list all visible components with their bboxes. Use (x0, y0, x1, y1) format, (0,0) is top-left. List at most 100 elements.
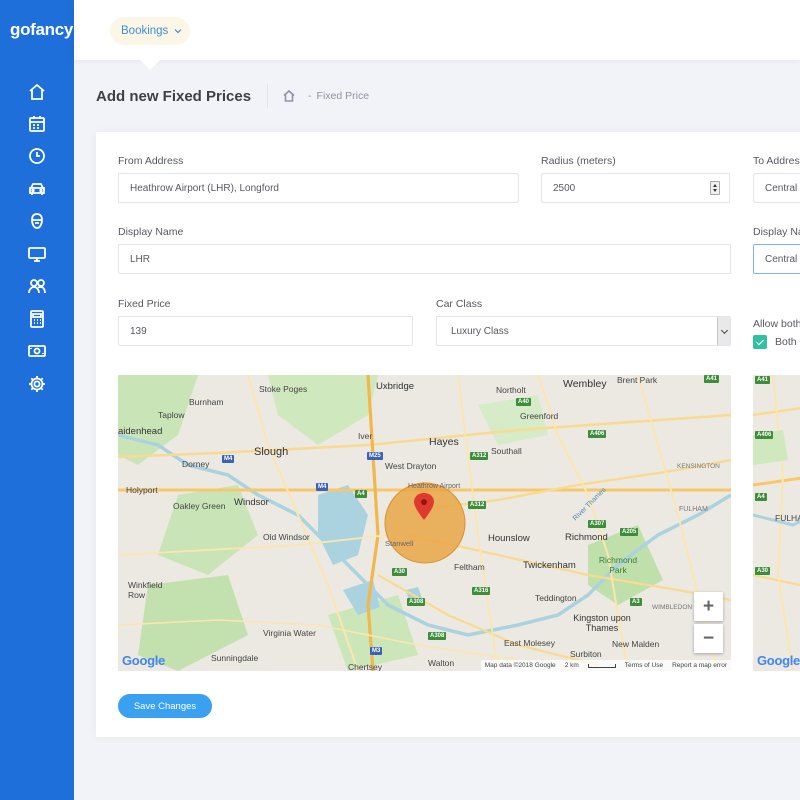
map-label: Richmond (565, 532, 608, 543)
from-location-map[interactable]: Uxbridge Northolt Wembley Brent Park Sto… (118, 375, 731, 671)
map-label: Oakley Green (173, 501, 226, 511)
map-label: Hayes (429, 436, 459, 448)
fixed-price-input[interactable]: 139 (118, 316, 413, 346)
breadcrumb-fixed-price[interactable]: Fixed Price (317, 90, 370, 102)
map-label: Southall (491, 446, 522, 456)
map-label: FULHAM (775, 513, 800, 523)
chevron-down-icon (174, 29, 182, 34)
car-class-select[interactable]: Luxury Class (436, 316, 731, 346)
google-logo-text: Google (757, 653, 800, 668)
car-class-value: Luxury Class (451, 325, 509, 337)
map-label: Uxbridge (376, 381, 415, 392)
map-label: Wembley (563, 378, 607, 390)
map-data-text: Map data ©2018 Google (484, 662, 556, 669)
road-badge: A41 (704, 375, 720, 383)
map-label: Taplow (158, 410, 185, 420)
map-label: Stoke Poges (259, 384, 308, 394)
gear-icon[interactable] (26, 373, 48, 395)
map-label: Richmond Park (598, 555, 638, 575)
from-address-input[interactable]: Heathrow Airport (LHR), Longford (118, 173, 519, 203)
map-label: Heathrow Airport (408, 483, 461, 490)
from-address-label: From Address (118, 155, 184, 167)
road-badge: M25 (367, 452, 383, 460)
road-badge: A307 (588, 520, 607, 528)
to-location-map[interactable]: A41 A406 A4 A30 FULHAM Google (753, 375, 800, 671)
road-badge: A4 (355, 490, 367, 498)
clock-icon[interactable] (26, 145, 48, 167)
breadcrumb-home-icon[interactable] (282, 89, 296, 103)
road-badge: M4 (316, 483, 329, 491)
bookings-menu-button[interactable]: Bookings (110, 17, 190, 45)
road-badge: A308 (428, 632, 447, 640)
breadcrumb-separator: - (308, 90, 312, 102)
car-class-label: Car Class (436, 298, 483, 310)
bookings-menu-label: Bookings (121, 25, 169, 37)
subheader-divider (267, 84, 269, 108)
allow-both-checkbox[interactable] (753, 335, 767, 349)
driver-icon[interactable] (26, 210, 48, 232)
map-label: Virginia Water (263, 628, 316, 638)
map-label: Iver (358, 431, 373, 441)
home-icon[interactable] (26, 81, 48, 103)
display-name-to-input[interactable]: Central L (753, 244, 800, 274)
map-label: New Malden (612, 639, 660, 649)
chevron-down-icon[interactable] (717, 317, 730, 345)
road-badge: A406 (588, 430, 607, 438)
road-badge: A3 (630, 598, 642, 606)
map-scale-bar (587, 663, 616, 668)
calendar-icon[interactable] (26, 113, 48, 135)
map-label: Holyport (126, 485, 158, 495)
road-badge: A30 (392, 568, 408, 576)
monitor-icon[interactable] (26, 243, 48, 265)
users-icon[interactable] (26, 275, 48, 297)
map-scale-text: 2 km (564, 662, 579, 669)
radius-input[interactable]: 2500 (541, 173, 730, 203)
map-label: Brent Park (617, 375, 658, 385)
map-label: Chertsey (348, 662, 383, 671)
money-icon[interactable] (26, 340, 48, 362)
zoom-out-button[interactable]: − (694, 624, 723, 653)
calculator-icon[interactable] (26, 308, 48, 330)
map-label: Burnham (189, 397, 224, 407)
map-label: Winkfield Row (128, 580, 163, 600)
map-terms-link[interactable]: Terms of Use (625, 662, 663, 669)
road-badge: A41 (755, 376, 771, 384)
zoom-in-button[interactable]: + (694, 592, 723, 621)
map-label: Walton (428, 658, 455, 668)
radius-label: Radius (meters) (541, 155, 616, 167)
app-logo[interactable]: gofancy (10, 20, 73, 40)
map-label: Dorney (182, 459, 210, 469)
map-label: Greenford (520, 411, 559, 421)
road-badge: A308 (407, 598, 426, 606)
road-badge: M3 (370, 647, 383, 655)
to-address-input[interactable]: Central L (753, 173, 800, 203)
allow-both-checkbox-label: Both (775, 336, 797, 348)
radius-stepper[interactable] (710, 181, 720, 195)
map-base (118, 375, 731, 671)
fixed-price-form-card: From Address Heathrow Airport (LHR), Lon… (96, 132, 800, 737)
road-badge: A312 (470, 452, 489, 460)
road-badge: A205 (620, 528, 639, 536)
car-icon[interactable] (26, 178, 48, 200)
map-label: Stanwell (385, 539, 414, 548)
save-changes-button[interactable]: Save Changes (118, 694, 212, 718)
display-name-to-label: Display Na (753, 226, 800, 238)
map-label: East Molesey (504, 638, 556, 648)
map-base (753, 375, 800, 671)
google-logo-text: Google (122, 653, 165, 668)
radius-value: 2500 (553, 182, 576, 194)
map-label: Sunningdale (211, 653, 259, 663)
map-label: Windsor (234, 497, 269, 508)
map-label: KENSINGTON (677, 463, 720, 470)
map-label: Twickenham (523, 560, 576, 571)
top-bar: Bookings (74, 0, 800, 70)
display-name-label: Display Name (118, 226, 184, 238)
map-label: aidenhead (118, 426, 163, 437)
display-name-input[interactable]: LHR (118, 244, 731, 274)
map-label: Surbiton (570, 649, 602, 659)
to-address-label: To Address (753, 155, 800, 167)
fixed-price-label: Fixed Price (118, 298, 171, 310)
road-badge: A316 (472, 587, 491, 595)
map-report-link[interactable]: Report a map error (672, 662, 727, 669)
road-badge: A406 (755, 431, 774, 439)
